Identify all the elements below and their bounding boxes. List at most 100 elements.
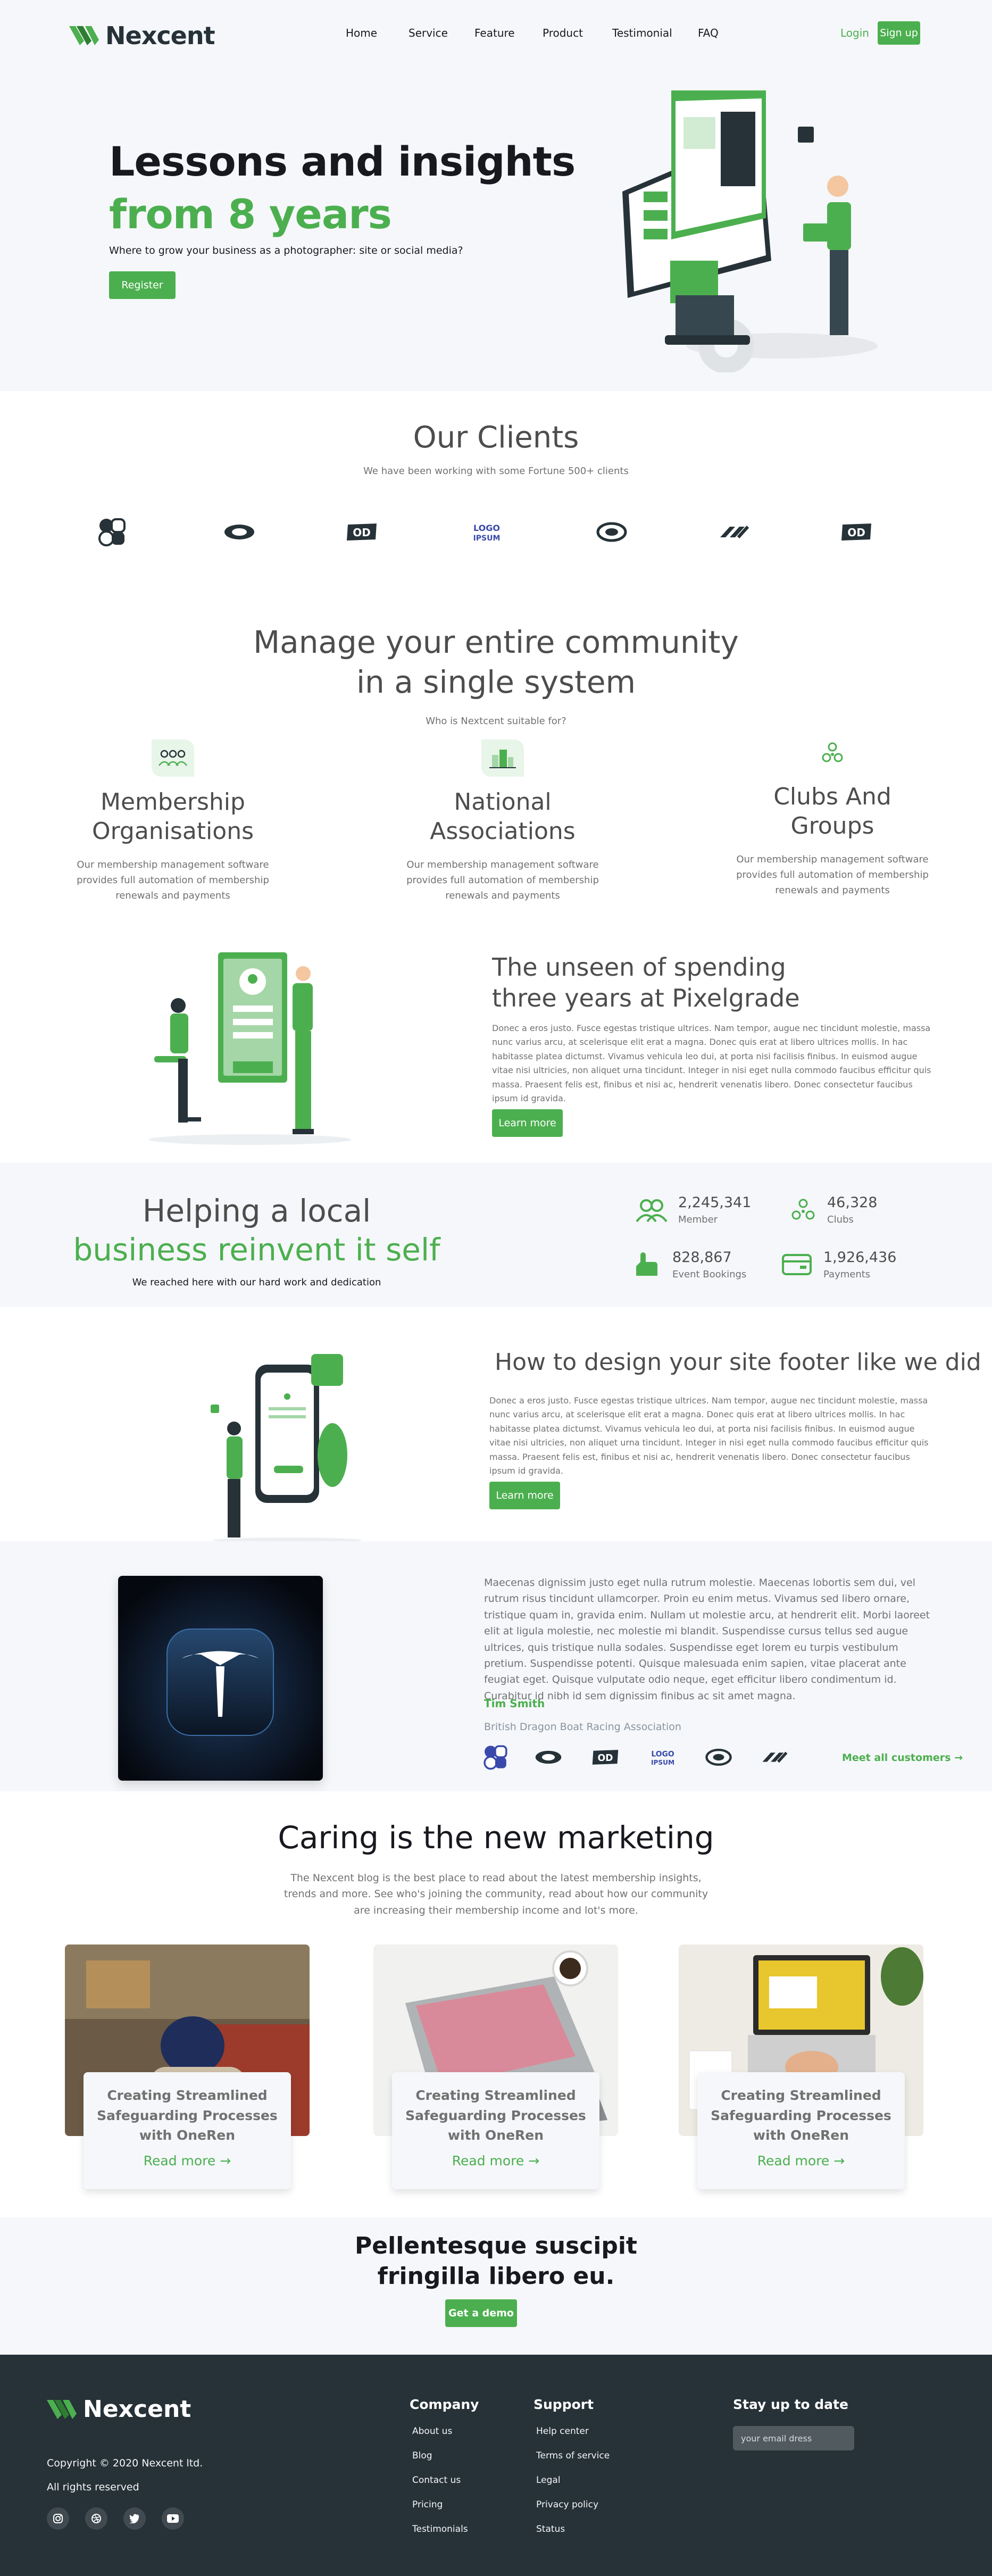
stats-title: Helping a local business reinvent it sel… [73, 1193, 440, 1268]
footer-link-legal[interactable]: Legal [536, 2468, 610, 2492]
newsletter-title: Stay up to date [733, 2397, 848, 2412]
members-icon [636, 1199, 668, 1223]
footer-company-links: About us Blog Contact us Pricing Testimo… [412, 2419, 468, 2541]
footer-link-blog[interactable]: Blog [412, 2444, 468, 2468]
svg-text:LOGO: LOGO [473, 523, 500, 533]
footer-link-terms[interactable]: Terms of service [536, 2444, 610, 2468]
hero-subtitle: Where to grow your business as a photogr… [109, 245, 463, 256]
unseen-body: Donec a eros justo. Fusce egestas tristi… [492, 1023, 931, 1103]
footer-link-pricing[interactable]: Pricing [412, 2492, 468, 2517]
stat-value: 1,926,436 [823, 1249, 897, 1266]
testimonial-quote: Maecenas dignissim justo eget nulla rutr… [484, 1577, 930, 1702]
svg-text:OD: OD [847, 526, 865, 539]
twitter-icon[interactable] [123, 2507, 146, 2530]
social-links [47, 2507, 184, 2530]
blog-card-1[interactable]: Creating Streamlined Safeguarding Proces… [65, 1945, 310, 2189]
blog-subtitle: The Nexcent blog is the best place to re… [284, 1872, 708, 1916]
read-more-link[interactable]: Read more → [392, 2153, 599, 2168]
nav-faq[interactable]: FAQ [698, 27, 730, 39]
client-logo-3-icon: OD [347, 523, 377, 541]
stat-label: Clubs [827, 1214, 854, 1225]
stat-value: 828,867 [672, 1249, 732, 1266]
unseen-illustration [149, 952, 351, 1145]
tesla-logo-icon [118, 1576, 323, 1781]
nav-testimonial[interactable]: Testimonial [612, 27, 698, 39]
footer-link-about[interactable]: About us [412, 2419, 468, 2444]
client-logo-1-icon [484, 1745, 507, 1770]
blog-card-2[interactable]: Creating Streamlined Safeguarding Proces… [373, 1945, 618, 2189]
read-more-link[interactable]: Read more → [84, 2153, 291, 2168]
nav-home[interactable]: Home [346, 27, 409, 39]
client-logos: OD LOGO IPSUM OD [96, 517, 904, 547]
client-logo-2-icon [224, 525, 254, 539]
read-more-link[interactable]: Read more → [697, 2153, 905, 2168]
footer-link-status[interactable]: Status [536, 2517, 610, 2541]
arrow-right-icon: → [524, 2153, 540, 2168]
hero-title: Lessons and insights from 8 years [109, 138, 576, 238]
svg-text:IPSUM: IPSUM [651, 1759, 674, 1766]
arrow-right-icon: → [954, 1752, 963, 1764]
nav-service[interactable]: Service [409, 27, 474, 39]
blog-card-3[interactable]: Creating Streamlined Safeguarding Proces… [679, 1945, 923, 2189]
design-illustration [211, 1354, 362, 1543]
nav-feature[interactable]: Feature [474, 27, 543, 39]
newsletter-email-input[interactable] [733, 2426, 854, 2450]
nav-product[interactable]: Product [543, 27, 612, 39]
client-logo-3-icon: OD [592, 1750, 619, 1765]
stat-event-bookings: 828,867 Event Bookings [632, 1249, 746, 1280]
main-nav: Home Service Feature Product Testimonial… [346, 27, 730, 39]
footer-logo[interactable]: Nexcent [47, 2396, 191, 2423]
get-demo-button[interactable]: Get a demo [445, 2299, 517, 2327]
client-logo-1-icon [98, 518, 126, 546]
clubs-icon [791, 1199, 815, 1220]
brand-logo[interactable]: Nexcent [69, 21, 215, 50]
register-button[interactable]: Register [109, 271, 176, 299]
feature-desc: Our membership management software provi… [406, 859, 599, 901]
feature-title: Membership Organisations [91, 788, 254, 845]
youtube-icon[interactable] [162, 2507, 184, 2530]
nexcent-logo-icon [69, 26, 99, 45]
design-learn-more-button[interactable]: Learn more [489, 1482, 560, 1509]
feature-desc: Our membership management software provi… [77, 859, 269, 901]
design-title: How to design your site footer like we d… [495, 1349, 981, 1376]
footer-link-privacy[interactable]: Privacy policy [536, 2492, 610, 2517]
unseen-learn-more-button[interactable]: Learn more [492, 1109, 563, 1137]
blog-title: Caring is the new marketing [278, 1819, 714, 1856]
arrow-right-icon: → [829, 2153, 845, 2168]
feature-national: National Associations Our membership man… [402, 739, 604, 903]
brand-name: Nexcent [83, 2396, 191, 2423]
client-logo-5-icon [596, 522, 627, 542]
tesla-image [118, 1576, 323, 1781]
site-header: Nexcent Home Service Feature Product Tes… [0, 0, 992, 67]
svg-text:IPSUM: IPSUM [473, 534, 501, 543]
feature-desc: Our membership management software provi… [736, 854, 929, 896]
unseen-title: The unseen of spending three years at Pi… [492, 953, 800, 1012]
dribbble-icon[interactable] [85, 2507, 107, 2530]
stat-value: 46,328 [827, 1194, 878, 1211]
client-logo-4-icon: LOGOIPSUM [651, 1750, 674, 1766]
testimonial-author: Tim Smith [484, 1697, 545, 1710]
footer-link-help-center[interactable]: Help center [536, 2419, 610, 2444]
stats-subtitle: We reached here with our hard work and d… [132, 1277, 381, 1288]
footer-link-testimonials[interactable]: Testimonials [412, 2517, 468, 2541]
stat-members: 2,245,341 Member [636, 1194, 751, 1225]
svg-text:OD: OD [597, 1753, 613, 1764]
clients-title: Our Clients [413, 420, 579, 455]
stat-value: 2,245,341 [678, 1194, 752, 1211]
arrow-right-icon: → [215, 2153, 231, 2168]
login-link[interactable]: Login [840, 27, 869, 39]
members-icon [152, 739, 194, 777]
signup-button[interactable]: Sign up [878, 21, 920, 45]
clients-subtitle: We have been working with some Fortune 5… [363, 466, 629, 477]
client-logo-5-icon [705, 1748, 732, 1766]
instagram-icon[interactable] [47, 2507, 69, 2530]
stat-label: Member [678, 1214, 718, 1225]
community-subtitle: Who is Nextcent suitable for? [426, 716, 566, 727]
footer-support-links: Help center Terms of service Legal Priva… [536, 2419, 610, 2541]
footer-link-contact[interactable]: Contact us [412, 2468, 468, 2492]
stat-clubs: 46,328 Clubs [790, 1194, 877, 1225]
meet-all-customers-link[interactable]: Meet all customers → [842, 1752, 963, 1764]
feature-title: National Associations [430, 788, 576, 845]
client-logo-6-icon [720, 525, 749, 539]
building-icon [481, 739, 524, 777]
